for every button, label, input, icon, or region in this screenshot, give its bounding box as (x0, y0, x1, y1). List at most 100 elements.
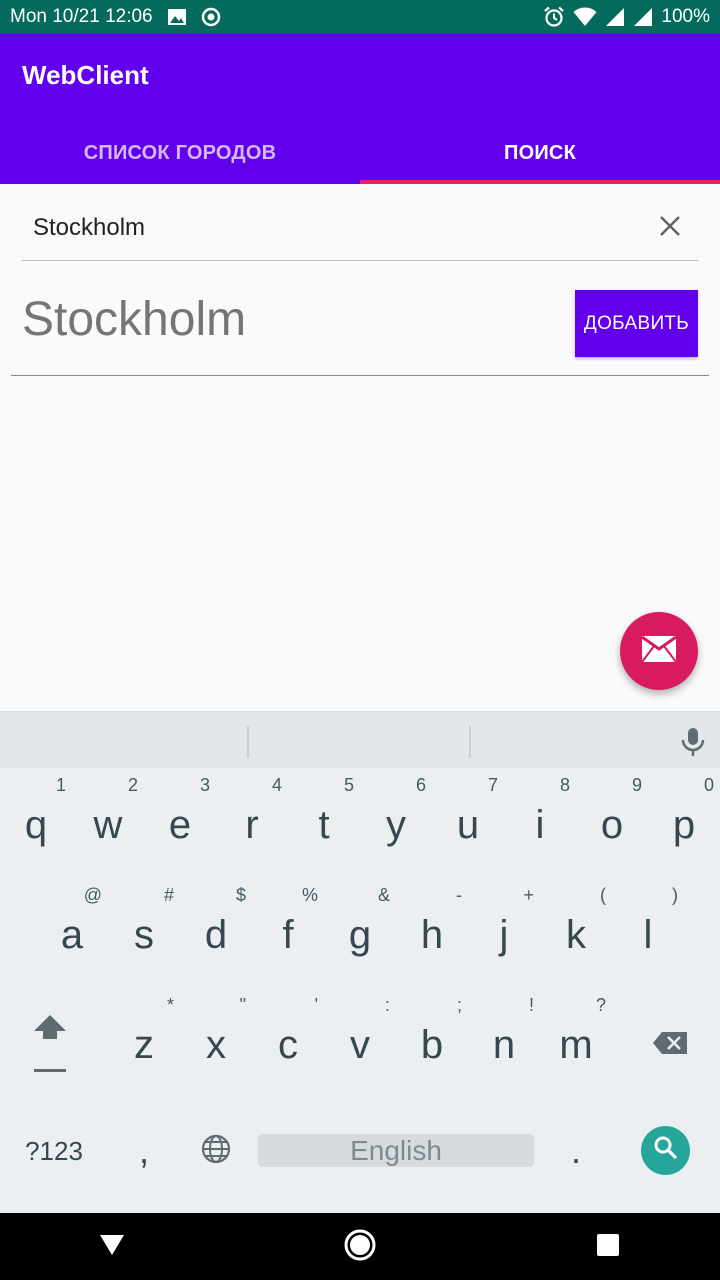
key-hint: ( (600, 885, 606, 905)
key-label: x (206, 1022, 226, 1067)
backspace-icon (652, 1031, 688, 1060)
soft-keyboard: 1q 2w 3e 4r 5t 6y 7u 8i 9o 0p @ a # s $ d %… (0, 711, 720, 1213)
back-triangle-icon (99, 1234, 125, 1261)
key-hint: " (239, 995, 246, 1015)
globe-icon (201, 1134, 231, 1169)
clear-search-button[interactable] (642, 200, 698, 256)
key-y[interactable]: 6y (360, 771, 432, 879)
battery-percent: 100% (661, 6, 710, 27)
key-g[interactable]: & g (324, 881, 396, 989)
app-bar: WebClient СПИСОК ГОРОДОВ ПОИСК (0, 34, 720, 184)
key-label: w (93, 802, 123, 847)
mail-fab-button[interactable] (620, 612, 698, 690)
key-t[interactable]: 5t (288, 771, 360, 879)
home-circle-icon (343, 1228, 377, 1267)
image-icon (167, 7, 187, 27)
period-key[interactable]: . (540, 1116, 612, 1186)
key-k[interactable]: (k (540, 881, 612, 989)
key-r[interactable]: 4r (216, 771, 288, 879)
space-bar[interactable]: English (258, 1134, 534, 1167)
tab-city-list[interactable]: СПИСОК ГОРОДОВ (0, 122, 360, 184)
key-b[interactable]: ; b (396, 991, 468, 1099)
key-label: g (348, 912, 372, 957)
key-hint: 7 (487, 775, 498, 795)
key-label: e (168, 802, 192, 847)
key-hint: ! (528, 995, 534, 1015)
key-hint: ? (595, 995, 606, 1015)
recents-button[interactable] (590, 1229, 626, 1265)
key-o[interactable]: 9o (576, 771, 648, 879)
key-w[interactable]: 2w (72, 771, 144, 879)
comma-key[interactable]: , (108, 1116, 180, 1186)
key-hint: 8 (559, 775, 570, 795)
key-label: k (566, 912, 586, 957)
status-time: Mon 10/21 12:06 (10, 6, 153, 27)
key-q[interactable]: 1q (0, 771, 72, 879)
key-label: y (386, 802, 406, 847)
key-l[interactable]: ) l (612, 881, 684, 989)
key-v[interactable]: :v (324, 991, 396, 1099)
key-hint: & (377, 885, 390, 905)
key-hint: 6 (415, 775, 426, 795)
key-label: v (350, 1022, 370, 1067)
key-p[interactable]: 0p (648, 771, 720, 879)
key-label: f (282, 912, 294, 957)
key-u[interactable]: 7u (432, 771, 504, 879)
key-x[interactable]: " x (180, 991, 252, 1099)
shift-icon (30, 1011, 70, 1080)
language-key[interactable] (180, 1116, 252, 1186)
key-s[interactable]: # s (108, 881, 180, 989)
back-button[interactable] (94, 1229, 130, 1265)
key-d[interactable]: $ d (180, 881, 252, 989)
key-z[interactable]: * z (108, 991, 180, 1099)
microphone-icon[interactable] (680, 727, 706, 762)
key-hint: 4 (271, 775, 282, 795)
shift-key[interactable] (0, 991, 100, 1099)
mail-icon (641, 635, 677, 668)
key-label: j (499, 912, 509, 957)
key-hint: 3 (199, 775, 210, 795)
key-hint: - (456, 885, 462, 905)
tab-label: СПИСОК ГОРОДОВ (83, 141, 277, 164)
alarm-icon (543, 6, 565, 28)
key-hint: 5 (343, 775, 354, 795)
app-title: WebClient (22, 60, 149, 90)
tab-search[interactable]: ПОИСК (360, 122, 720, 184)
search-input[interactable] (22, 198, 642, 258)
key-hint: * (166, 995, 174, 1015)
key-c[interactable]: ' c (252, 991, 324, 1099)
key-j[interactable]: + j (468, 881, 540, 989)
key-hint: + (523, 885, 534, 905)
key-label: p (672, 802, 696, 847)
key-hint: $ (235, 885, 246, 905)
symbols-key[interactable]: ?123 (0, 1116, 108, 1186)
add-button[interactable]: ДОБАВИТЬ (575, 290, 698, 357)
key-label: d (204, 912, 228, 957)
status-bar: Mon 10/21 12:06 100% (0, 0, 720, 34)
key-n[interactable]: ! n (468, 991, 540, 1099)
key-label: z (134, 1022, 154, 1067)
key-label: l (643, 912, 653, 957)
key-i[interactable]: 8i (504, 771, 576, 879)
backspace-key[interactable] (620, 991, 720, 1099)
recents-square-icon (596, 1233, 620, 1262)
divider (247, 726, 249, 758)
key-m[interactable]: ? m (540, 991, 612, 1099)
search-icon (653, 1135, 679, 1166)
period-label: . (570, 1130, 581, 1171)
key-label: o (600, 802, 624, 847)
search-result-item: Stockholm ДОБАВИТЬ (11, 280, 709, 376)
key-a[interactable]: @ a (36, 881, 108, 989)
search-action-key[interactable] (641, 1126, 690, 1175)
tab-bar: СПИСОК ГОРОДОВ ПОИСК (0, 122, 720, 184)
key-label: t (318, 802, 330, 847)
tab-label: ПОИСК (504, 141, 576, 164)
key-label: m (559, 1022, 593, 1067)
key-hint: : (384, 995, 390, 1015)
key-e[interactable]: 3e (144, 771, 216, 879)
home-button[interactable] (342, 1229, 378, 1265)
space-label: English (350, 1134, 442, 1166)
key-hint: @ (83, 885, 102, 905)
key-h[interactable]: -h (396, 881, 468, 989)
key-f[interactable]: % f (252, 881, 324, 989)
